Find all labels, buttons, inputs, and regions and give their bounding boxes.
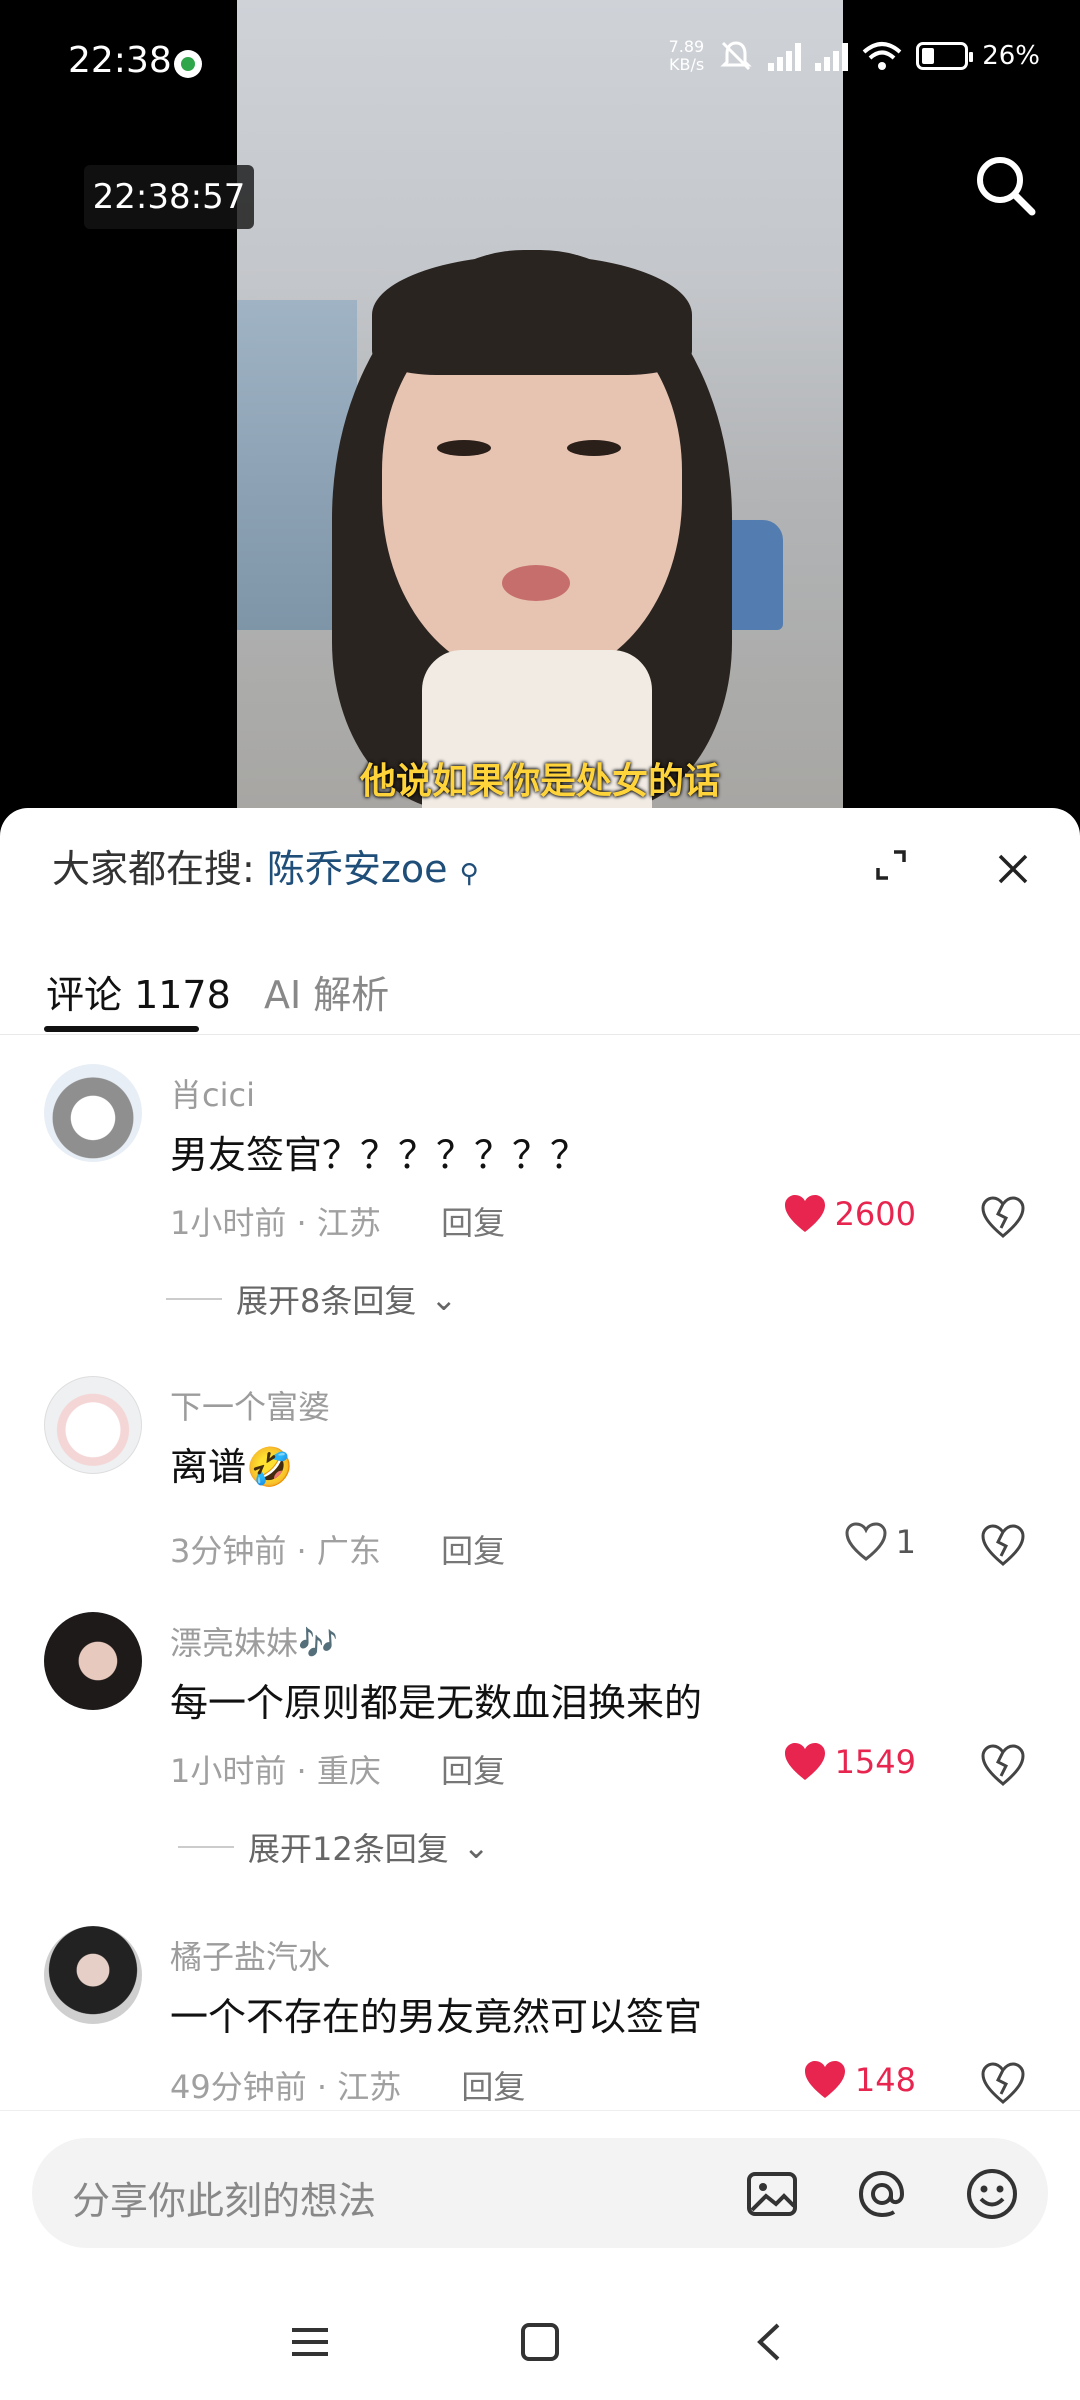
- search-prefix: 大家都在搜:: [52, 847, 255, 891]
- emoji-sticker-icon: 🤣: [246, 1445, 294, 1489]
- signal-5g-2-icon: [815, 41, 849, 71]
- menu-icon[interactable]: [288, 2320, 332, 2364]
- comment-meta: 3分钟前 · 广东 回复: [170, 1526, 505, 1572]
- search-suggestion[interactable]: 大家都在搜: 陈乔安zoe ⚲: [52, 838, 479, 893]
- video-person-lips: [502, 565, 570, 601]
- heart-icon: [784, 1743, 825, 1780]
- emoji-icon[interactable]: [964, 2166, 1020, 2222]
- chevron-down-icon: ⌄: [430, 1280, 458, 1318]
- comment-input[interactable]: 分享你此刻的想法: [32, 2138, 1048, 2248]
- back-icon[interactable]: [748, 2320, 792, 2364]
- signal-5g-1-icon: [768, 41, 802, 71]
- heart-icon: [804, 2061, 845, 2098]
- like-button[interactable]: 1: [844, 1522, 916, 1562]
- image-icon[interactable]: [744, 2166, 800, 2222]
- like-button[interactable]: 2600: [783, 1194, 916, 1234]
- comment-meta: 49分钟前 · 江苏 回复: [170, 2062, 525, 2108]
- video-timestamp: 22:38:57: [84, 165, 254, 229]
- avatar[interactable]: [44, 1612, 142, 1710]
- comment-input-placeholder: 分享你此刻的想法: [72, 2179, 377, 2223]
- home-icon[interactable]: [518, 2320, 562, 2364]
- video-person-eye-right: [567, 440, 621, 456]
- battery-icon: [916, 42, 974, 70]
- dislike-icon[interactable]: [980, 1194, 1026, 1240]
- at-icon[interactable]: [854, 2166, 910, 2222]
- avatar[interactable]: [44, 1064, 142, 1162]
- comment-text: 一个不存在的男友竟然可以签官: [170, 1995, 703, 2039]
- expand-replies-label: 展开12条回复: [248, 1830, 449, 1868]
- comment-text: 每一个原则都是无数血泪换来的: [170, 1681, 703, 1725]
- avatar[interactable]: [44, 1376, 142, 1474]
- like-count: 2600: [834, 1195, 916, 1233]
- battery-percent: 26%: [982, 41, 1040, 71]
- expand-replies[interactable]: 展开12条回复 ⌄: [178, 1824, 490, 1870]
- status-icons: 7.89 KB/s 26%: [669, 38, 1040, 74]
- net-speed-value: 7.89: [668, 37, 705, 56]
- like-button[interactable]: 148: [803, 2060, 916, 2100]
- expand-divider: [166, 1298, 222, 1300]
- mute-icon: [720, 41, 752, 71]
- comment-text-content: 离谱: [170, 1445, 247, 1489]
- comment-meta: 1小时前 · 江苏 回复: [170, 1198, 505, 1244]
- video-player[interactable]: 他说如果你是处女的话: [237, 0, 843, 810]
- chevron-down-icon: ⌄: [462, 1828, 490, 1866]
- reply-button[interactable]: 回复: [441, 1752, 505, 1790]
- tab-comments[interactable]: 评论 1178: [46, 964, 231, 1019]
- comment-time-location: 49分钟前 · 江苏: [170, 2068, 402, 2106]
- like-count: 1549: [834, 1743, 916, 1781]
- video-person-bangs: [372, 255, 692, 375]
- comment-time-location: 1小时前 · 江苏: [170, 1204, 381, 1242]
- heart-icon: [784, 1195, 825, 1232]
- like-count: 148: [854, 2061, 916, 2099]
- system-nav-bar: [0, 2290, 1080, 2400]
- wifi-icon: [862, 42, 902, 70]
- close-icon[interactable]: [996, 852, 1030, 886]
- like-button[interactable]: 1549: [783, 1742, 916, 1782]
- tab-ai-analysis[interactable]: AI 解析: [264, 964, 389, 1019]
- comment-text: 男友签官？？？？？？？: [170, 1133, 589, 1177]
- comment-username[interactable]: 漂亮妹妹🎶: [170, 1618, 338, 1664]
- comment-meta: 1小时前 · 重庆 回复: [170, 1746, 505, 1792]
- network-speed: 7.89 KB/s: [669, 38, 705, 74]
- dislike-icon[interactable]: [980, 2060, 1026, 2106]
- like-count: 1: [895, 1523, 916, 1561]
- search-icon[interactable]: [970, 150, 1040, 220]
- comment-username[interactable]: 橘子盐汽水: [170, 1932, 330, 1978]
- expand-divider: [178, 1846, 234, 1848]
- net-speed-unit: KB/s: [669, 55, 705, 74]
- video-person-eye-left: [437, 440, 491, 456]
- search-keyword[interactable]: 陈乔安zoe: [267, 847, 448, 891]
- expand-replies[interactable]: 展开8条回复 ⌄: [166, 1276, 457, 1322]
- comment-username[interactable]: 下一个富婆: [170, 1382, 330, 1428]
- search-small-icon: ⚲: [459, 859, 479, 889]
- status-time: 22:38: [68, 40, 172, 81]
- comment-tabs: 评论 1178 AI 解析: [0, 938, 1080, 1035]
- avatar[interactable]: [44, 1926, 142, 2024]
- reply-button[interactable]: 回复: [441, 1204, 505, 1242]
- tab-indicator: [44, 1026, 199, 1032]
- reply-button[interactable]: 回复: [441, 1532, 505, 1570]
- app-notification-icon: [174, 50, 202, 78]
- video-subtitle: 他说如果你是处女的话: [359, 761, 720, 802]
- heart-outline-icon: [845, 1522, 887, 1561]
- expand-icon[interactable]: [874, 848, 908, 882]
- dislike-icon[interactable]: [980, 1742, 1026, 1788]
- dislike-icon[interactable]: [980, 1522, 1026, 1568]
- comment-time-location: 3分钟前 · 广东: [170, 1532, 381, 1570]
- comment-username[interactable]: 肖cici: [170, 1070, 255, 1116]
- comment-text: 离谱🤣: [170, 1436, 293, 1491]
- reply-button[interactable]: 回复: [461, 2068, 525, 2106]
- status-bar: 22:38 7.89 KB/s 26%: [0, 0, 1080, 120]
- comment-time-location: 1小时前 · 重庆: [170, 1752, 381, 1790]
- expand-replies-label: 展开8条回复: [236, 1282, 417, 1320]
